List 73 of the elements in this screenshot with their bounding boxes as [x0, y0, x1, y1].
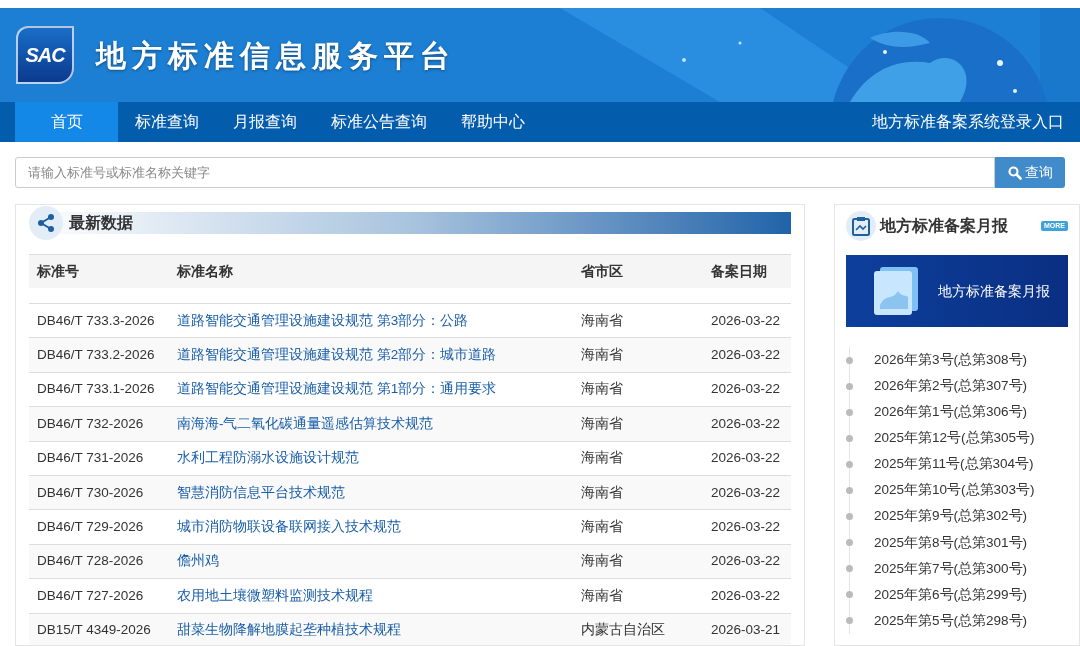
search-button[interactable]: 查询	[995, 157, 1065, 188]
share-icon	[36, 213, 56, 233]
standard-link[interactable]: 儋州鸡	[177, 553, 219, 569]
site-title: 地方标准信息服务平台	[96, 37, 456, 74]
table-cell: 海南省	[581, 346, 623, 362]
table-cell: DB46/T 732-2026	[37, 415, 144, 431]
table-cell: 海南省	[581, 312, 623, 328]
search-field[interactable]: 请输入标准号或标准名称关键字	[15, 157, 995, 188]
standard-link[interactable]: 农用地土壤微塑料监测技术规程	[177, 587, 373, 603]
table-cell: 海南省	[581, 484, 623, 500]
column-header: 标准名称	[176, 262, 234, 281]
standard-link[interactable]: 南海海-气二氧化碳通量遥感估算技术规范	[177, 415, 434, 431]
table-cell: DB46/T 729-2026	[37, 518, 144, 534]
standard-link[interactable]: 智慧消防信息平台技术规范	[177, 484, 345, 500]
chart-card-icon	[874, 267, 920, 315]
report-link[interactable]: 2025年第11号(总第304号)	[874, 454, 1034, 475]
standard-link[interactable]: 道路智能交通管理设施建设规范 第1部分：通用要求	[177, 381, 497, 397]
nav-tab[interactable]: 标准查询	[118, 102, 216, 142]
table-cell: 2026-03-22	[711, 381, 781, 397]
report-link[interactable]: 2025年第8号(总第301号)	[874, 532, 1028, 553]
table-cell: 2026-03-22	[711, 587, 781, 603]
report-link[interactable]: 2025年第9号(总第302号)	[874, 506, 1028, 527]
table-cell: DB46/T 730-2026	[37, 484, 144, 500]
column-header: 标准号	[36, 262, 80, 281]
nav-tab[interactable]: 标准公告查询	[314, 102, 444, 142]
table-cell: 2026-03-22	[711, 415, 781, 431]
table-cell: 2026-03-22	[711, 553, 781, 569]
table-cell: 海南省	[581, 415, 623, 431]
standard-link[interactable]: 城市消防物联设备联网接入技术规范	[177, 518, 401, 534]
table-cell: 2026-03-22	[711, 450, 781, 466]
section-title: 地方标准备案月报	[880, 216, 1008, 236]
report-link[interactable]: 2026年第3号(总第308号)	[874, 349, 1028, 371]
table-cell: 2026-03-21	[711, 622, 781, 638]
report-link[interactable]: 2026年第2号(总第307号)	[874, 376, 1028, 397]
logo: SAC	[16, 26, 74, 84]
report-link[interactable]: 2025年第5号(总第298号)	[874, 610, 1028, 632]
table-cell: DB46/T 733.3-2026	[37, 312, 155, 328]
table-cell: 2026-03-22	[711, 484, 781, 500]
column-header: 备案日期	[710, 262, 768, 281]
table-cell: DB46/T 731-2026	[37, 450, 144, 466]
table-cell: 海南省	[581, 450, 623, 466]
report-link[interactable]: 2025年第6号(总第299号)	[874, 584, 1028, 605]
table-cell: 海南省	[581, 587, 623, 603]
table-cell: DB46/T 727-2026	[37, 587, 144, 603]
standard-link[interactable]: 道路智能交通管理设施建设规范 第3部分：公路	[177, 312, 469, 328]
table-cell: DB46/T 733.2-2026	[37, 346, 155, 362]
table-cell: 2026-03-22	[711, 518, 781, 534]
table-cell: 内蒙古自治区	[581, 622, 665, 638]
clipboard-icon	[851, 216, 871, 236]
report-link[interactable]: 2025年第10号(总第303号)	[874, 480, 1035, 501]
standard-link[interactable]: 水利工程防溺水设施设计规范	[177, 450, 359, 466]
report-link[interactable]: 2026年第1号(总第306号)	[874, 402, 1028, 423]
table-cell: 2026-03-22	[711, 346, 781, 362]
report-link[interactable]: 2025年第12号(总第305号)	[874, 428, 1035, 449]
nav-tab[interactable]: 帮助中心	[444, 102, 542, 142]
table-cell: DB46/T 733.1-2026	[37, 381, 155, 397]
report-link[interactable]: 2025年第7号(总第300号)	[874, 558, 1028, 579]
standard-link[interactable]: 甜菜生物降解地膜起垄种植技术规程	[177, 622, 401, 638]
report-banner[interactable]: 地方标准备案月报	[846, 255, 1068, 327]
section-title: 最新数据	[69, 213, 133, 233]
login-link[interactable]: 地方标准备案系统登录入口	[872, 110, 1064, 134]
column-header: 省市区	[580, 262, 624, 281]
banner-title: 地方标准备案月报	[938, 281, 1050, 301]
search-icon	[1007, 165, 1022, 180]
table-cell: DB15/T 4349-2026	[37, 622, 151, 638]
table-cell: 海南省	[581, 518, 623, 534]
table-cell: 海南省	[581, 553, 623, 569]
table-cell: 2026-03-22	[711, 312, 781, 328]
nav-tab[interactable]: 首页	[15, 102, 118, 142]
table-cell: 海南省	[581, 381, 623, 397]
table-cell: DB46/T 728-2026	[37, 553, 144, 569]
standard-link[interactable]: 道路智能交通管理设施建设规范 第2部分：城市道路	[177, 346, 497, 362]
nav-tab[interactable]: 月报查询	[216, 102, 314, 142]
